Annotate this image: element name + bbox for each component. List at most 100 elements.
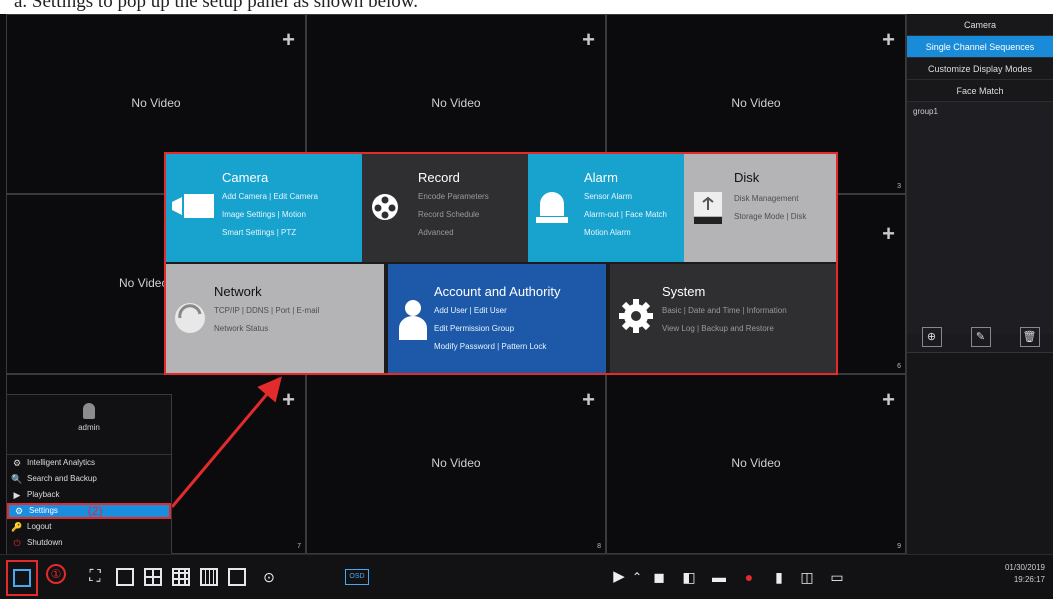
disk-tile[interactable]: Disk Disk Management Storage Mode | Disk — [684, 154, 836, 262]
tab-face-match[interactable]: Face Match — [907, 80, 1053, 102]
menu-item-shutdown[interactable]: ⏻ Shutdown — [7, 535, 171, 551]
camera-line[interactable]: Image Settings | Motion — [222, 210, 306, 219]
no-video-label: No Video — [731, 96, 781, 110]
record-tile[interactable]: Record Encode Parameters Record Schedule… — [362, 154, 528, 262]
globe-icon — [175, 303, 205, 333]
network-tile[interactable]: Network TCP/IP | DDNS | Port | E-mail Ne… — [166, 264, 384, 373]
camera-line[interactable]: Add Camera | Edit Camera — [222, 192, 318, 201]
disk-line[interactable]: Disk Management — [734, 194, 798, 203]
disk-line[interactable]: Storage Mode | Disk — [734, 212, 806, 221]
add-camera-icon[interactable]: + — [882, 389, 895, 411]
add-camera-icon[interactable]: + — [582, 389, 595, 411]
user-icon — [399, 300, 427, 340]
play-sequence-button[interactable]: ⊕ — [921, 327, 942, 347]
record-line[interactable]: Advanced — [418, 228, 454, 237]
record-line[interactable]: Encode Parameters — [418, 192, 489, 201]
group-list: group1 — [907, 102, 1053, 334]
start-button[interactable] — [6, 560, 38, 596]
add-camera-icon[interactable]: + — [882, 223, 895, 245]
layout-4-icon[interactable] — [144, 568, 162, 586]
disk-title: Disk — [734, 170, 760, 185]
account-authority-tile[interactable]: Account and Authority Add User | Edit Us… — [388, 264, 606, 373]
camera-line[interactable]: Smart Settings | PTZ — [222, 228, 296, 237]
record-line[interactable]: Record Schedule — [418, 210, 479, 219]
tab-customize-display-modes[interactable]: Customize Display Modes — [907, 58, 1053, 80]
menu-item-search-backup[interactable]: 🔍 Search and Backup — [7, 471, 171, 487]
record-title: Record — [418, 170, 460, 185]
add-camera-icon[interactable]: + — [282, 389, 295, 411]
document-caption: a. Settings to pop up the setup panel as… — [0, 0, 1053, 14]
system-line[interactable]: View Log | Backup and Restore — [662, 324, 774, 333]
date-text: 01/30/2019 — [1004, 563, 1045, 572]
tab-single-channel-sequences[interactable]: Single Channel Sequences — [907, 36, 1053, 58]
alarm-line[interactable]: Motion Alarm — [584, 228, 631, 237]
layout-1-icon[interactable] — [116, 568, 134, 586]
group-actions: ⊕ ✎ 🗑 — [907, 327, 1053, 347]
chevron-up-icon[interactable]: ⌃ — [630, 566, 644, 588]
start-menu-icon — [13, 569, 31, 587]
no-video-label: No Video — [431, 96, 481, 110]
right-panel: Camera Single Channel Sequences Customiz… — [906, 14, 1053, 554]
menu-item-logout[interactable]: 🔑 Logout — [7, 519, 171, 535]
analytics-icon: ⚙ — [12, 458, 22, 468]
key-icon: 🔑 — [11, 522, 23, 532]
gear-icon: ⚙ — [14, 506, 24, 516]
account-line[interactable]: Modify Password | Pattern Lock — [434, 342, 546, 351]
system-title: System — [662, 284, 706, 299]
snapshot-icon[interactable]: ◧ — [678, 566, 700, 588]
fullscreen-icon[interactable]: ⛶ — [84, 566, 106, 588]
layout-16-icon[interactable] — [200, 568, 218, 586]
channel-number: 9 — [897, 543, 901, 550]
edit-group-button[interactable]: ✎ — [970, 327, 991, 347]
avatar — [83, 403, 95, 419]
record-icon[interactable]: ▬ — [708, 566, 730, 588]
image-icon[interactable] — [228, 568, 246, 586]
layout-9-icon[interactable] — [172, 568, 190, 586]
account-line[interactable]: Add User | Edit User — [434, 306, 507, 315]
camera-icon — [172, 194, 214, 218]
power-icon: ⏻ — [13, 538, 21, 548]
settings-panel: Camera Add Camera | Edit Camera Image Se… — [164, 152, 838, 375]
backup-icon[interactable]: ◫ — [796, 566, 818, 588]
osd-button[interactable]: OSD — [345, 569, 369, 585]
network-line[interactable]: Network Status — [214, 324, 268, 333]
playback-icon[interactable]: ▶ — [609, 566, 629, 588]
gear-icon — [619, 299, 653, 333]
system-line[interactable]: Basic | Date and Time | Information — [662, 306, 787, 315]
disk-icon[interactable]: ▮ — [768, 566, 790, 588]
message-icon[interactable]: ▭ — [826, 566, 848, 588]
sequence-icon[interactable]: ⊙ — [258, 566, 280, 588]
callout-marker-1: ① — [46, 564, 66, 584]
alarm-line[interactable]: Alarm-out | Face Match — [584, 210, 667, 219]
video-cell-8[interactable]: + No Video 8 — [306, 374, 606, 554]
right-panel-lower — [907, 352, 1053, 554]
system-tile[interactable]: System Basic | Date and Time | Informati… — [610, 264, 836, 373]
channel-number: 6 — [897, 363, 901, 370]
alarm-icon[interactable]: ● — [738, 566, 760, 588]
menu-item-settings[interactable]: ⚙ Settings (2) — [7, 503, 171, 519]
menu-item-intelligent-analytics[interactable]: ⚙ Intelligent Analytics — [7, 455, 171, 471]
no-video-label: No Video — [731, 456, 781, 470]
tab-camera[interactable]: Camera — [907, 14, 1053, 36]
network-title: Network — [214, 284, 262, 299]
callout-marker-2: (2) — [87, 504, 103, 518]
network-line[interactable]: TCP/IP | DDNS | Port | E-mail — [214, 306, 319, 315]
account-line[interactable]: Edit Permission Group — [434, 324, 514, 333]
group-item[interactable]: group1 — [913, 107, 1047, 116]
search-icon: 🔍 — [11, 474, 23, 484]
add-camera-icon[interactable]: + — [882, 29, 895, 51]
channel-number: 8 — [597, 543, 601, 550]
alarm-line[interactable]: Sensor Alarm — [584, 192, 632, 201]
ptz-icon[interactable]: ◼ — [648, 566, 670, 588]
alarm-title: Alarm — [584, 170, 618, 185]
add-camera-icon[interactable]: + — [282, 29, 295, 51]
add-camera-icon[interactable]: + — [582, 29, 595, 51]
play-icon: ▶ — [13, 490, 21, 500]
menu-item-playback[interactable]: ▶ Playback — [7, 487, 171, 503]
channel-number: 7 — [297, 543, 301, 550]
alarm-tile[interactable]: Alarm Sensor Alarm Alarm-out | Face Matc… — [528, 154, 684, 262]
camera-tile[interactable]: Camera Add Camera | Edit Camera Image Se… — [166, 154, 362, 262]
video-cell-9[interactable]: + No Video 9 — [606, 374, 906, 554]
delete-group-button[interactable]: 🗑 — [1019, 327, 1040, 347]
time-text: 19:26:17 — [1013, 575, 1045, 584]
